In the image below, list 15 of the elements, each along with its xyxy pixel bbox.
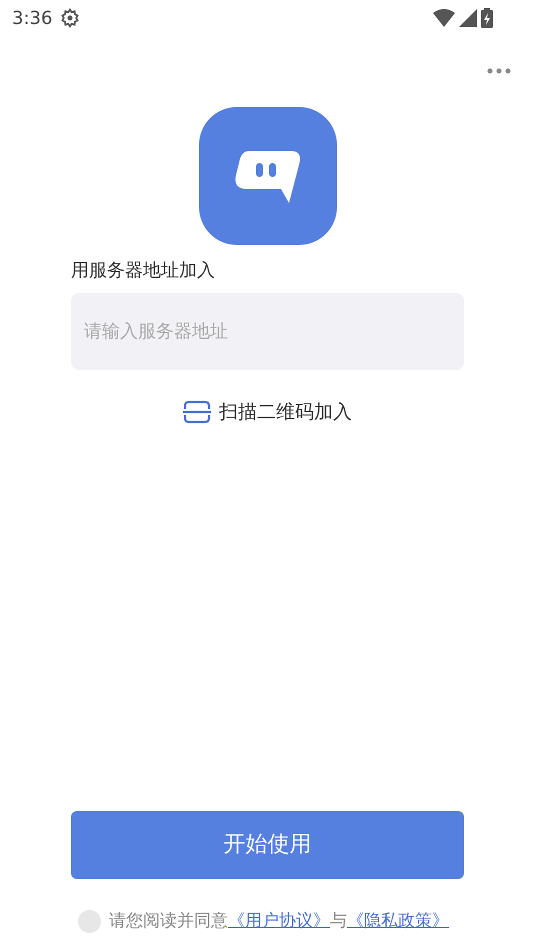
privacy-link[interactable]: 《隐私政策》: [347, 910, 449, 930]
scan-icon: [183, 400, 211, 424]
scan-qr-button[interactable]: 扫描二维码加入: [183, 398, 352, 426]
start-button[interactable]: 开始使用: [71, 810, 464, 878]
agreement-text: 请您阅读并同意《用户协议》与《隐私政策》: [109, 910, 449, 932]
server-address-field[interactable]: 请输入服务器地址: [71, 293, 464, 370]
battery-icon: [481, 8, 493, 28]
terms-link[interactable]: 《用户协议》: [228, 910, 330, 930]
join-label: 用服务器地址加入: [71, 259, 216, 283]
signal-icon: [459, 9, 477, 27]
wifi-icon: [433, 9, 455, 27]
more-button[interactable]: [487, 68, 511, 74]
status-time: 3:36: [12, 6, 52, 30]
agreement-checkbox[interactable]: [78, 910, 101, 933]
settings-icon: [60, 8, 80, 28]
